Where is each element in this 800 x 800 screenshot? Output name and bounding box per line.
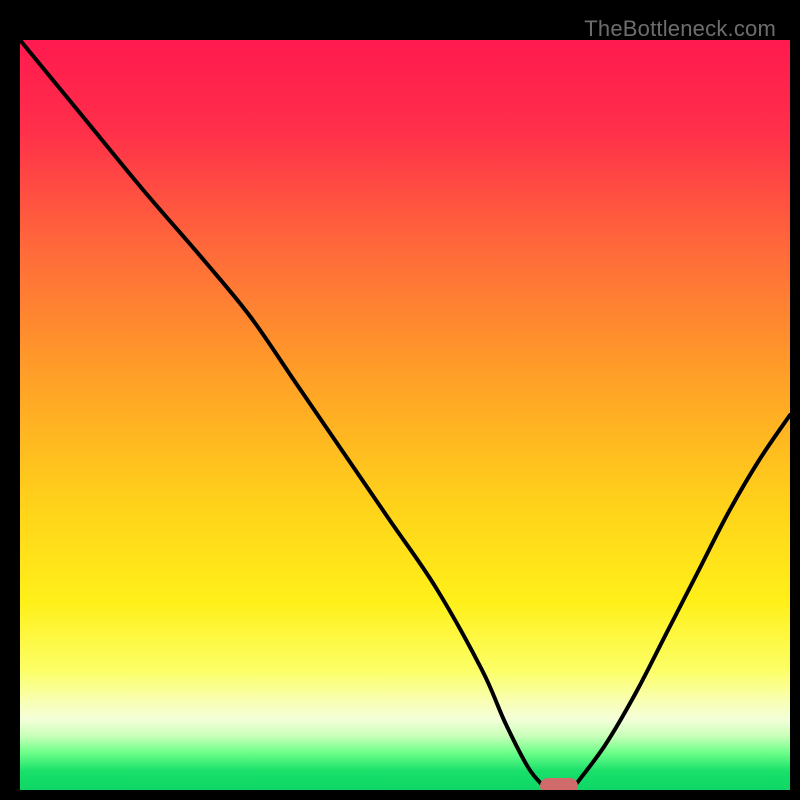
optimum-marker bbox=[540, 778, 578, 790]
chart-frame: TheBottleneck.com bbox=[10, 10, 790, 790]
bottleneck-curve bbox=[20, 40, 790, 790]
watermark-text: TheBottleneck.com bbox=[584, 16, 776, 42]
plot-area bbox=[20, 40, 790, 790]
